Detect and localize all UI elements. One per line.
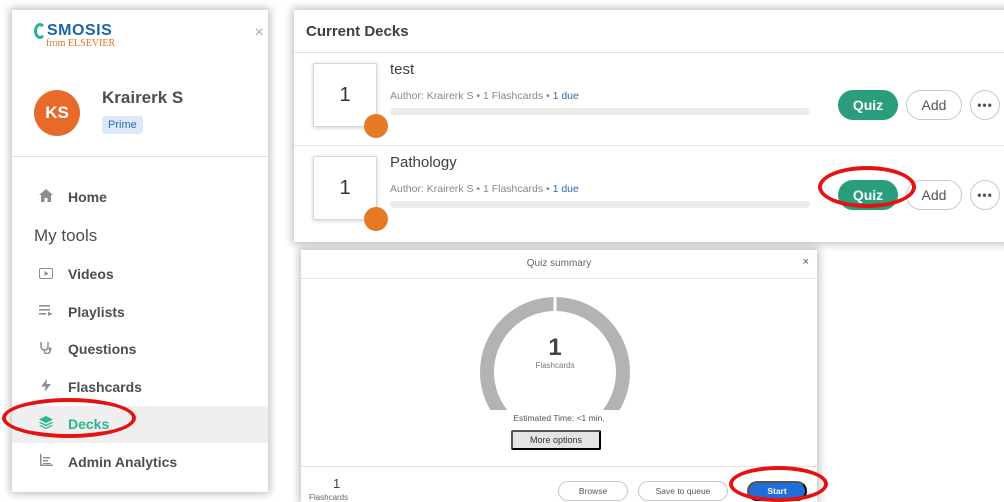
start-button[interactable]: Start (747, 481, 807, 501)
quiz-button[interactable]: Quiz (838, 90, 898, 120)
video-icon (34, 267, 58, 282)
add-button[interactable]: Add (906, 90, 962, 120)
user-profile[interactable]: KS Krairerk S Prime (34, 84, 183, 136)
sidebar-item-label: Questions (68, 341, 137, 358)
sidebar-item-flashcards[interactable]: Flashcards (12, 368, 268, 406)
logo-subtitle: from ELSEVIER (46, 38, 116, 49)
quiz-summary-modal: Quiz summary × 1 Flashcards Estimated Ti… (301, 250, 817, 502)
deck-meta: Author: Krairerk S • 1 Flashcards • 1 du… (390, 90, 579, 102)
analytics-icon (34, 454, 58, 469)
sidebar-panel: × SMOSIS from ELSEVIER KS Krairerk S Pri… (12, 10, 268, 492)
modal-divider (301, 278, 817, 279)
deck-meta-text: Author: Krairerk S • 1 Flashcards • (390, 183, 553, 195)
quiz-button[interactable]: Quiz (838, 180, 898, 210)
flashcard-count: 1 (548, 334, 562, 361)
sidebar-item-decks[interactable]: Decks (12, 405, 268, 443)
footer-flashcard-label: Flashcards (309, 493, 349, 502)
deck-meta-text: Author: Krairerk S • 1 Flashcards • (390, 90, 553, 102)
sidebar-nav: Home My tools Videos Playlists Questions (12, 178, 268, 481)
sidebar-item-label: Home (68, 188, 107, 205)
user-name: Krairerk S (102, 88, 184, 107)
sidebar-item-label: Admin Analytics (68, 453, 178, 470)
deck-progress-bar (390, 108, 810, 115)
sidebar-item-label: Playlists (68, 303, 125, 320)
more-options-icon[interactable]: ••• (970, 180, 1000, 210)
layers-icon (34, 416, 58, 432)
modal-title: Quiz summary (526, 258, 592, 269)
avatar[interactable]: KS (34, 90, 80, 136)
sidebar-item-questions[interactable]: Questions (12, 331, 268, 369)
deck-status-dot (364, 207, 388, 231)
deck-status-dot (364, 114, 388, 138)
lightning-icon (34, 378, 58, 395)
close-icon[interactable]: × (255, 24, 264, 42)
playlist-icon (34, 304, 58, 319)
estimated-time: Estimated Time: <1 min. (513, 413, 605, 423)
modal-footer-divider (301, 466, 817, 467)
plan-badge: Prime (102, 116, 143, 134)
sidebar-divider (12, 156, 268, 157)
current-decks-panel: Current Decks 1 test Author: Krairerk S … (294, 10, 1004, 242)
deck-progress-bar (390, 201, 810, 208)
sidebar-item-label: Videos (68, 266, 114, 283)
stethoscope-icon (34, 341, 58, 357)
add-button[interactable]: Add (906, 180, 962, 210)
sidebar-item-videos[interactable]: Videos (12, 256, 268, 294)
deck-name[interactable]: Pathology (390, 154, 457, 171)
home-icon (34, 188, 58, 205)
sidebar-item-label: Decks (68, 416, 110, 433)
footer-flashcard-count: 1 (333, 476, 341, 491)
deck-due-count: 1 due (552, 90, 579, 102)
osmosis-logo[interactable]: SMOSIS from ELSEVIER (34, 22, 115, 49)
deck-row[interactable]: 1 test Author: Krairerk S • 1 Flashcards… (294, 53, 1004, 145)
save-to-queue-button[interactable]: Save to queue (638, 481, 728, 501)
browse-button[interactable]: Browse (558, 481, 628, 501)
section-heading: My tools (34, 225, 98, 245)
deck-row[interactable]: 1 Pathology Author: Krairerk S • 1 Flash… (294, 145, 1004, 237)
panel-title: Current Decks (306, 23, 409, 40)
more-options-icon[interactable]: ••• (970, 90, 1000, 120)
sidebar-item-label: Flashcards (68, 378, 142, 395)
sidebar-item-admin-analytics[interactable]: Admin Analytics (12, 443, 268, 481)
flashcard-count-label: Flashcards (535, 361, 575, 370)
logo-ring-icon (34, 23, 46, 39)
deck-name[interactable]: test (390, 61, 414, 78)
close-icon[interactable]: × (803, 256, 809, 268)
sidebar-item-playlists[interactable]: Playlists (12, 293, 268, 331)
more-options-button[interactable]: More options (511, 430, 601, 450)
deck-due-count: 1 due (552, 183, 579, 195)
deck-meta: Author: Krairerk S • 1 Flashcards • 1 du… (390, 183, 579, 195)
sidebar-item-home[interactable]: Home (12, 178, 268, 216)
